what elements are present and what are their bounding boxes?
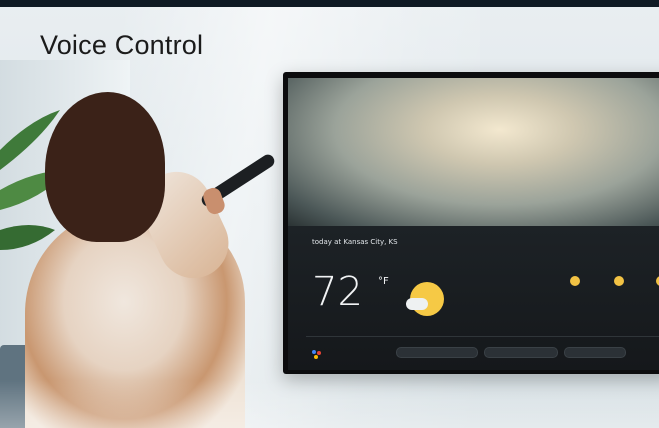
tv-screen: today at Kansas City, KS 72 °F xyxy=(288,78,659,370)
page-title: Voice Control xyxy=(40,30,204,60)
person-hair xyxy=(45,92,165,242)
sun-icon xyxy=(614,276,624,286)
sky-image xyxy=(288,78,659,226)
assistant-icon xyxy=(312,350,322,359)
cloud-icon xyxy=(406,298,428,310)
suggestion-chip[interactable] xyxy=(564,347,626,358)
forecast-day xyxy=(560,268,590,290)
floor-glow xyxy=(0,380,659,428)
weather-location: today at Kansas City, KS xyxy=(312,238,398,246)
top-bar xyxy=(0,0,659,7)
suggestion-chip[interactable] xyxy=(484,347,558,358)
weather-card: today at Kansas City, KS 72 °F xyxy=(288,226,659,370)
forecast-day xyxy=(604,268,634,290)
current-temperature: 72 xyxy=(312,269,363,315)
divider xyxy=(306,336,659,337)
suggestion-chip[interactable] xyxy=(396,347,478,358)
sun-icon xyxy=(570,276,580,286)
forecast-day xyxy=(646,268,659,290)
voice-control-scene: Voice Control today at Kansas City, KS 7… xyxy=(0,0,659,428)
television: today at Kansas City, KS 72 °F xyxy=(283,72,659,374)
temperature-unit: °F xyxy=(378,276,389,287)
